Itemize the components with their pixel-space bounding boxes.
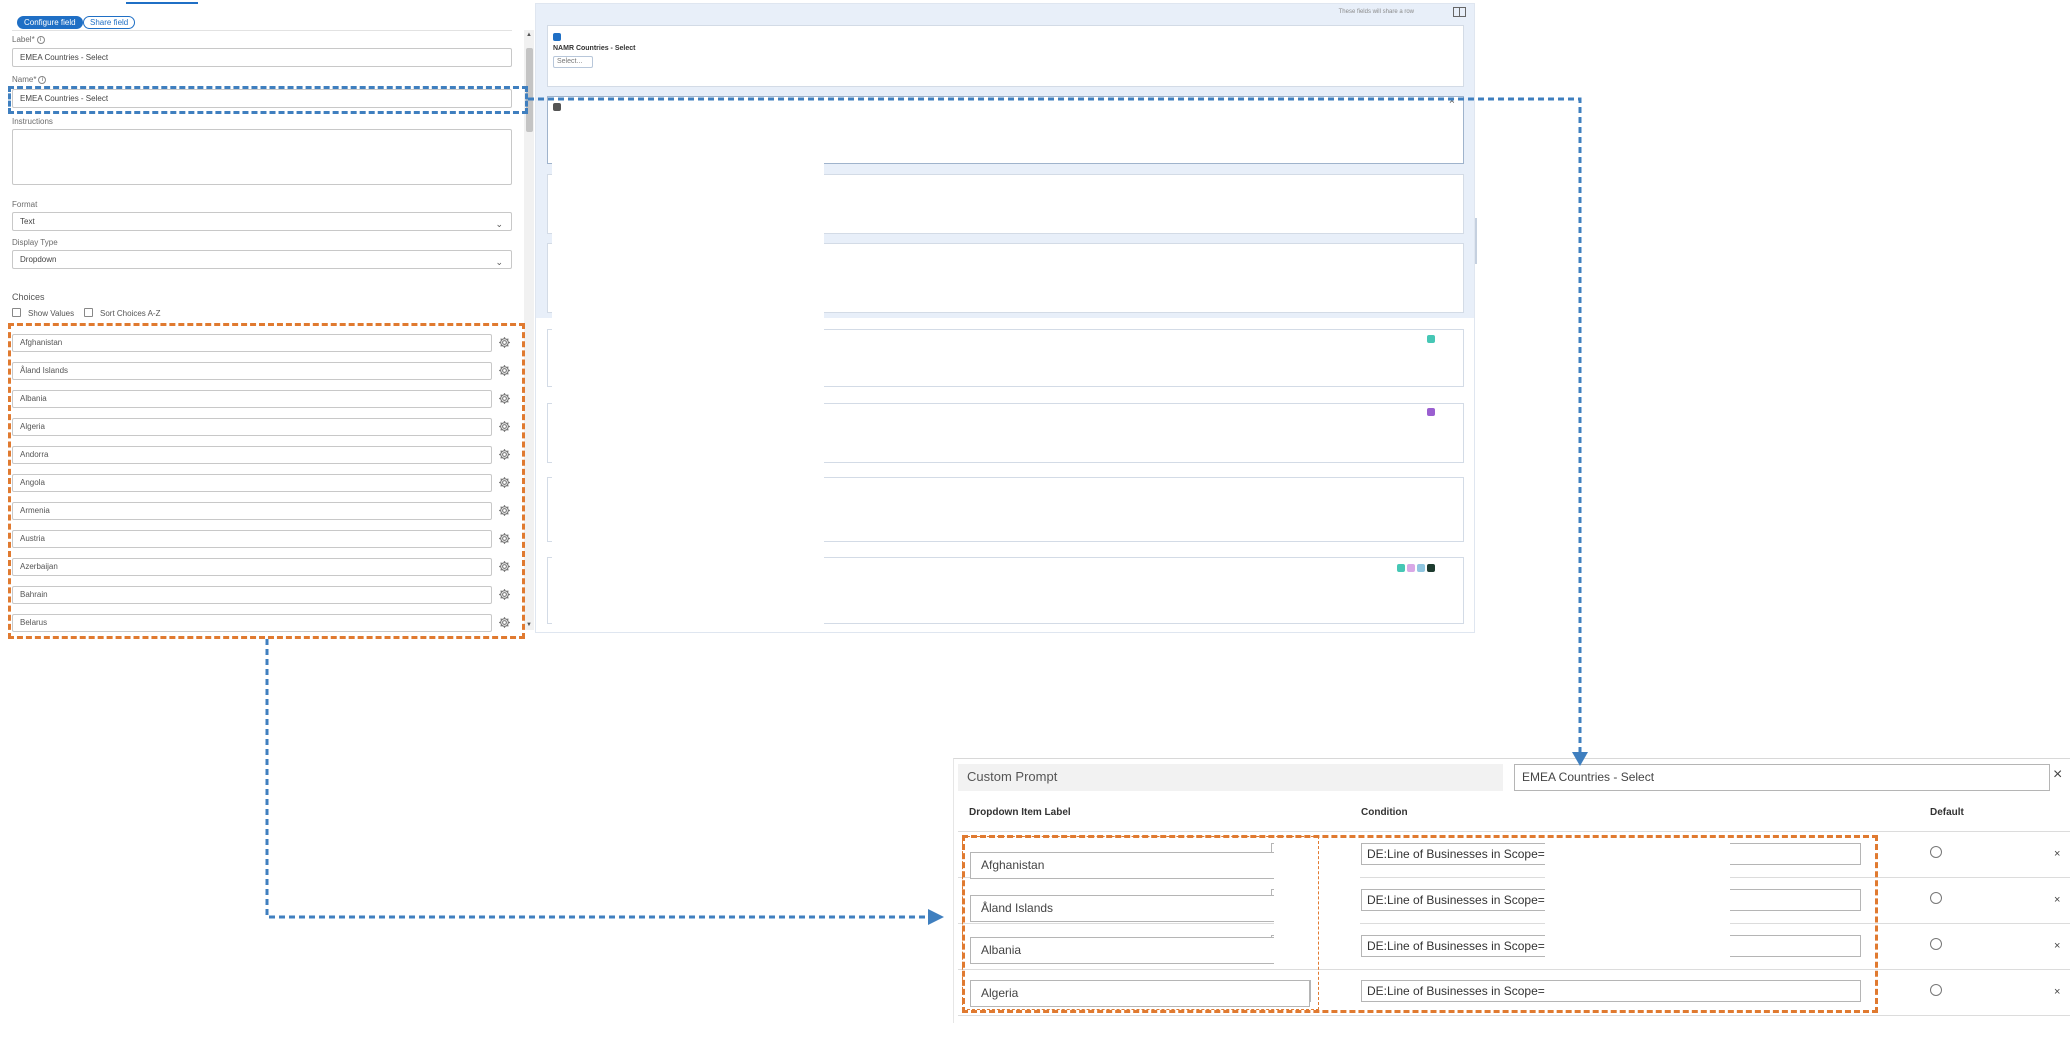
connector-line-name <box>528 97 1582 757</box>
connector-arrows <box>265 97 1588 925</box>
arrowhead-icon <box>928 909 944 925</box>
connector-line-choices <box>265 639 932 919</box>
arrowhead-icon <box>1572 752 1588 766</box>
